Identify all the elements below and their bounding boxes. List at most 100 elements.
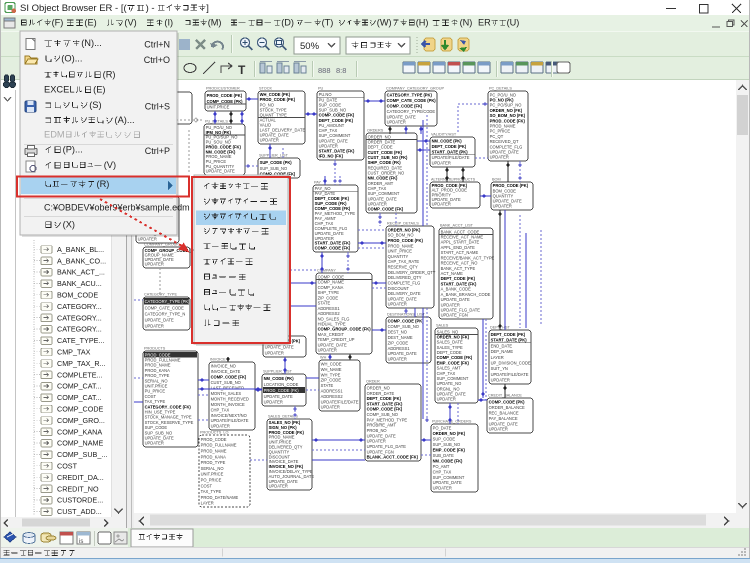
svg-text:UPDATE_DATE: UPDATE_DATE [388, 296, 417, 301]
svg-text:ZIP_CODE: ZIP_CODE [388, 340, 409, 345]
svg-text:STATE: STATE [321, 383, 334, 388]
svg-text:UPDATER: UPDATER [491, 378, 510, 383]
svg-text:COST: COST [201, 483, 213, 488]
svg-text:DELIVERED_QTY: DELIVERED_QTY [388, 275, 422, 280]
svg-text:(H): (H) [416, 18, 429, 28]
svg-text:8:8: 8:8 [336, 66, 346, 75]
svg-text:COMP_SUB_NO: COMP_SUB_NO [367, 412, 398, 417]
svg-text:Ctrl+P: Ctrl+P [145, 146, 170, 156]
svg-text:PROD_FULLNAME: PROD_FULLNAME [201, 443, 237, 448]
svg-text:PROD_TYPE: PROD_TYPE [201, 460, 226, 465]
svg-text:BANK_ACU...: BANK_ACU... [57, 279, 102, 288]
svg-text:COMP_KANA: COMP_KANA [57, 427, 102, 436]
svg-text:NM_CODE (PK): NM_CODE (PK) [432, 139, 463, 144]
svg-text:(W): (W) [377, 18, 392, 28]
svg-text:WH_CODE: WH_CODE [321, 362, 342, 367]
svg-text:DEST_NAME: DEST_NAME [388, 335, 413, 340]
svg-text:CMP_TAX: CMP_TAX [57, 348, 91, 357]
svg-text:START_DATE (PK): START_DATE (PK) [432, 150, 469, 155]
svg-text:PRODUCTS_LO: PRODUCTS_LO [200, 431, 229, 435]
svg-text:UPDATE_FLG_DATE: UPDATE_FLG_DATE [367, 444, 407, 449]
svg-text:(R): (R) [103, 70, 116, 80]
svg-text:COMP_CAT...: COMP_CAT... [57, 382, 102, 391]
svg-text:WH: WH [320, 356, 327, 360]
svg-text:PROD_CODE: PROD_CODE [201, 437, 227, 442]
svg-text:PROD_CODE (PK): PROD_CODE (PK) [207, 93, 243, 98]
svg-text:BOM_CODE: BOM_CODE [57, 291, 98, 300]
svg-text:PAY: PAY [314, 181, 322, 185]
svg-text:PAY_BALANCE: PAY_BALANCE [489, 416, 518, 421]
svg-text:COMP_SUB_...: COMP_SUB_... [57, 450, 107, 459]
svg-text:UPDATE/FILE/DATE: UPDATE/FILE/DATE [491, 372, 529, 377]
svg-text:(O)...: (O)... [61, 54, 82, 64]
svg-text:UPDATE_DATE: UPDATE_DATE [489, 421, 518, 426]
svg-text:CUSTORDE...: CUSTORDE... [57, 496, 103, 505]
svg-text:APPL_END_DATE: APPL_END_DATE [441, 245, 476, 250]
svg-text:IFD_NO (FK): IFD_NO (FK) [319, 154, 344, 159]
svg-text:Ctrl+O: Ctrl+O [144, 55, 170, 65]
svg-text:INVOICE_NO: INVOICE_NO [211, 364, 236, 369]
svg-text:UPDATE_FGN: UPDATE_FGN [367, 449, 394, 454]
svg-text:PRODUCTS: PRODUCTS [144, 347, 166, 351]
svg-text:COMP_NAME: COMP_NAME [57, 439, 104, 448]
svg-text:COMPLETE_FLG: COMPLETE_FLG [388, 281, 421, 286]
svg-text:(E): (E) [93, 85, 105, 95]
svg-text:(V): (V) [124, 18, 136, 28]
svg-text:DEP_NAME: DEP_NAME [491, 349, 514, 354]
svg-text:UPDATER: UPDATER [432, 161, 451, 166]
svg-text:EMP_CODE (FK): EMP_CODE (FK) [433, 447, 466, 452]
svg-text:PROD_CODE (FK): PROD_CODE (FK) [388, 238, 424, 243]
svg-text:PO_PRICE: PO_PRICE [201, 478, 222, 483]
svg-text:PROD_NAME: PROD_NAME [388, 243, 414, 248]
svg-text:PAY_METHOD_TYPE: PAY_METHOD_TYPE [367, 417, 408, 422]
svg-text:UNIT.PRICE: UNIT.PRICE [207, 105, 230, 110]
svg-text:(E): (E) [84, 18, 96, 28]
svg-text:EDM: EDM [44, 130, 65, 140]
svg-text:STATE: STATE [318, 301, 331, 306]
svg-text:COMP_CODE (FK): COMP_CODE (FK) [368, 207, 404, 212]
svg-text:UPDATER: UPDATER [260, 138, 279, 143]
svg-text:UPDATER: UPDATER [490, 155, 509, 160]
svg-text:ADDRESS1: ADDRESS1 [321, 389, 344, 394]
svg-text:NM_CODE (FK): NM_CODE (FK) [433, 458, 463, 463]
svg-text:UPDATE_DATE: UPDATE_DATE [433, 480, 462, 485]
svg-text:(N)...: (N)... [81, 38, 102, 48]
svg-text:UPDATER: UPDATER [145, 324, 164, 329]
svg-text:BOM: BOM [492, 178, 501, 182]
svg-text:DEPT_CODE (PK): DEPT_CODE (PK) [432, 144, 467, 149]
svg-text:SERIAL_NO: SERIAL_NO [201, 466, 224, 471]
svg-text:UPDATER: UPDATER [145, 262, 164, 267]
svg-text:) -: ) - [146, 3, 155, 14]
svg-text:50%: 50% [300, 41, 320, 52]
svg-text:CATEGORY_TYPE: CATEGORY_TYPE [144, 293, 177, 297]
svg-text:(N): (N) [460, 18, 473, 28]
svg-text:DELIVERY_ORDER_QTY: DELIVERY_ORDER_QTY [388, 270, 436, 275]
svg-text:(A)...: (A)... [115, 115, 135, 125]
svg-text:CUST_ADD...: CUST_ADD... [57, 507, 102, 516]
svg-text:WH_NAME: WH_NAME [321, 367, 342, 372]
svg-text:COMP_SUB_NO: COMP_SUB_NO [388, 324, 419, 329]
svg-text:UPDATER: UPDATER [388, 357, 407, 362]
svg-text:ORDER_NO (PK): ORDER_NO (PK) [388, 227, 421, 232]
svg-text:VALIDITY/HST: VALIDITY/HST [431, 133, 457, 137]
svg-text:UPDATER: UPDATER [437, 397, 456, 402]
svg-text:UPDATE/FILE/DATE: UPDATE/FILE/DATE [432, 155, 470, 160]
svg-text:PC_DETAILS: PC_DETAILS [489, 87, 512, 91]
svg-text:A_BANK_BL...: A_BANK_BL... [57, 245, 104, 254]
svg-text:ALTERNATE/PRODUCTS: ALTERNATE/PRODUCTS [431, 178, 476, 182]
svg-text:CATEGORY_TYPE (PK): CATEGORY_TYPE (PK) [387, 93, 433, 98]
svg-text:]: ] [206, 3, 209, 14]
svg-text:LAST_RECEIVED: LAST_RECEIVED [211, 385, 244, 390]
svg-text:BANK_ACCT_LIST: BANK_ACCT_LIST [440, 224, 474, 228]
svg-text:888: 888 [318, 66, 331, 75]
svg-text:ORDERS: ORDERS [367, 129, 384, 133]
svg-text:COMP_CATE_CODE: COMP_CATE_CODE [145, 305, 185, 310]
svg-text:COMP_CODE: COMP_CODE [318, 274, 345, 279]
svg-text:SUPPLIER_LIST: SUPPLIER_LIST [263, 370, 293, 374]
svg-text:COMP_CODE: COMP_CODE [57, 405, 104, 414]
svg-text:UPDATER: UPDATER [138, 237, 157, 242]
svg-text:CATEGORY_TYPE (PK): CATEGORY_TYPE (PK) [145, 299, 191, 304]
svg-text:CATEGORY_TYPE_N: CATEGORY_TYPE_N [145, 312, 186, 317]
svg-text:(I): (I) [164, 18, 173, 28]
svg-text:UPDATE_DATE: UPDATE_DATE [145, 318, 174, 323]
